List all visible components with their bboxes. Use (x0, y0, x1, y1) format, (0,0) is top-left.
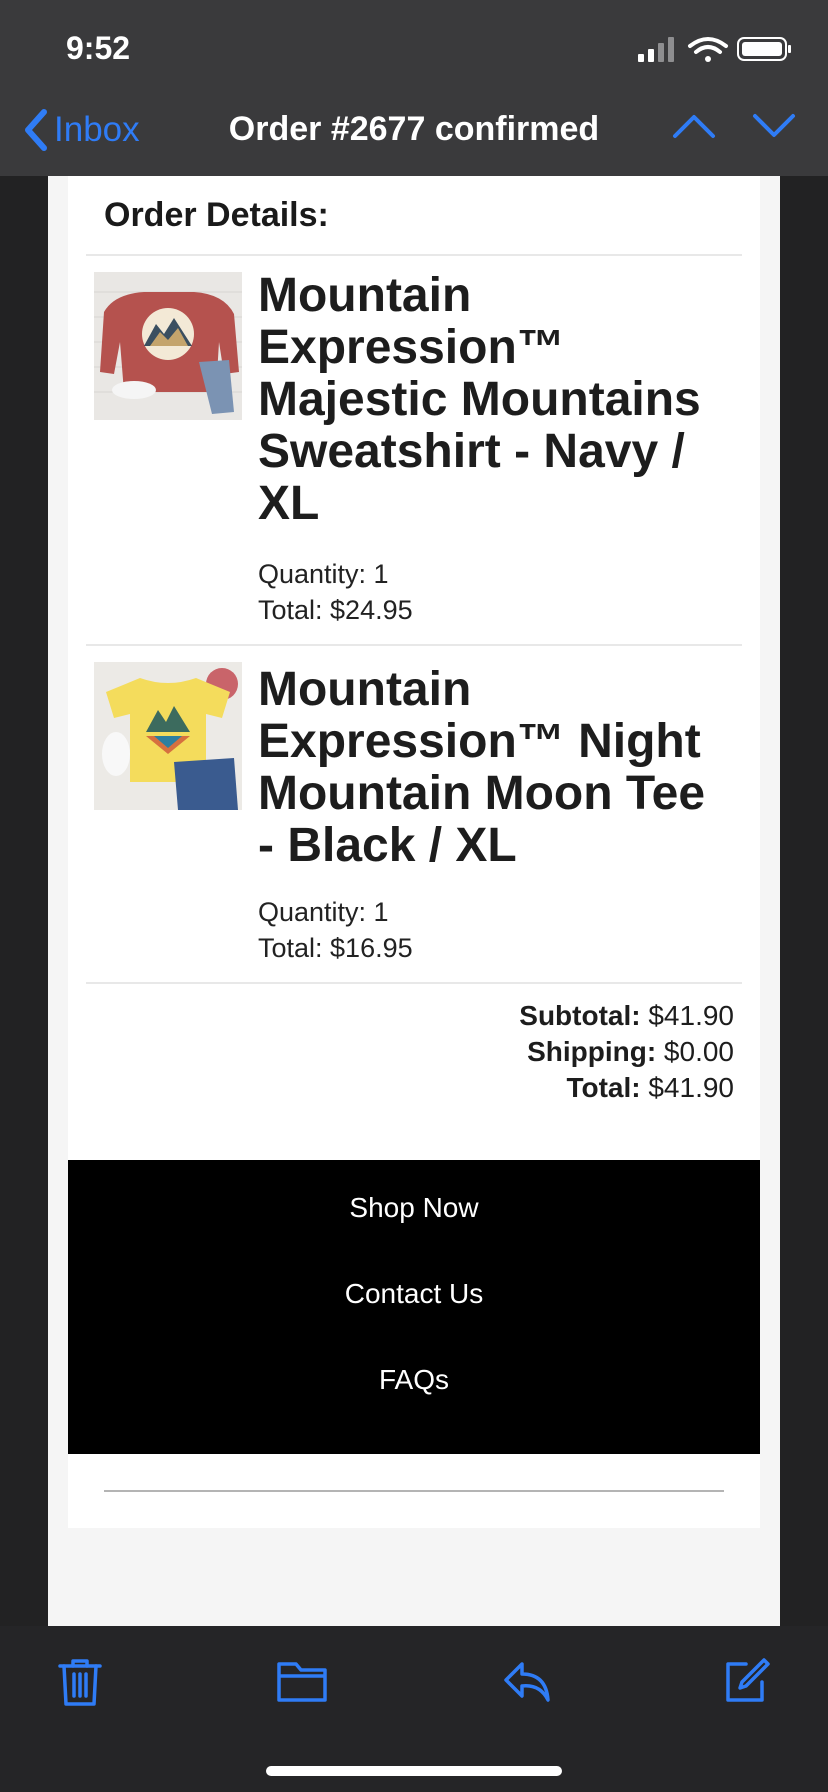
divider (86, 254, 742, 256)
faqs-link[interactable]: FAQs (68, 1364, 760, 1396)
reply-icon (504, 1662, 550, 1702)
folder-icon (277, 1662, 327, 1702)
header-bar: 9:52 Inbox Order #2677 confirmed (0, 0, 828, 176)
subtotal-label: Subtotal: (519, 1000, 641, 1031)
product-image-tee[interactable] (94, 662, 242, 810)
trash-button[interactable] (56, 1656, 104, 1713)
next-message-button[interactable] (752, 112, 796, 145)
compose-icon (726, 1658, 770, 1702)
reply-button[interactable] (502, 1656, 552, 1711)
compose-button[interactable] (722, 1656, 772, 1711)
total-label: Total: (566, 1072, 641, 1103)
item-quantity: Quantity: 1 (258, 897, 389, 927)
item-total: Total: $16.95 (258, 933, 413, 963)
subtotal-value: $41.90 (648, 1000, 734, 1031)
item-quantity: Quantity: 1 (258, 559, 389, 589)
battery-icon (737, 37, 791, 61)
item-name: Mountain Expression™ Majestic Mountains … (258, 269, 701, 530)
item-name: Mountain Expression™ Night Mountain Moon… (258, 663, 706, 872)
total-value: $41.90 (648, 1072, 734, 1103)
footer-links: Shop Now Contact Us FAQs (68, 1160, 760, 1454)
shipping-value: $0.00 (663, 1036, 734, 1067)
order-totals: Subtotal: $41.90 Shipping: $0.00 Total: … (519, 998, 734, 1106)
status-time: 9:52 (66, 30, 131, 66)
shipping-row: Shipping: $0.00 (519, 1034, 734, 1070)
previous-message-button[interactable] (672, 112, 716, 145)
order-details-heading: Order Details: (104, 196, 329, 234)
divider (86, 982, 742, 984)
home-indicator (266, 1766, 562, 1776)
item-total: Total: $24.95 (258, 595, 413, 625)
item-meta: Quantity: 1 Total: $16.95 (258, 894, 413, 966)
chevron-up-icon (673, 115, 715, 138)
signal-icon (638, 37, 674, 62)
product-image-sweatshirt[interactable] (94, 272, 242, 420)
move-to-folder-button[interactable] (276, 1656, 328, 1711)
total-row: Total: $41.90 (519, 1070, 734, 1106)
shipping-label: Shipping: (527, 1036, 657, 1067)
chevron-down-icon (753, 114, 795, 137)
footer-divider (104, 1490, 724, 1492)
trash-icon (58, 1659, 102, 1706)
shop-now-link[interactable]: Shop Now (68, 1192, 760, 1224)
wifi-icon (688, 37, 728, 62)
divider (86, 644, 742, 646)
subtotal-row: Subtotal: $41.90 (519, 998, 734, 1034)
item-meta: Quantity: 1 Total: $24.95 (258, 556, 413, 628)
message-nav (672, 112, 796, 145)
contact-us-link[interactable]: Contact Us (68, 1278, 760, 1310)
status-icons (634, 34, 794, 64)
